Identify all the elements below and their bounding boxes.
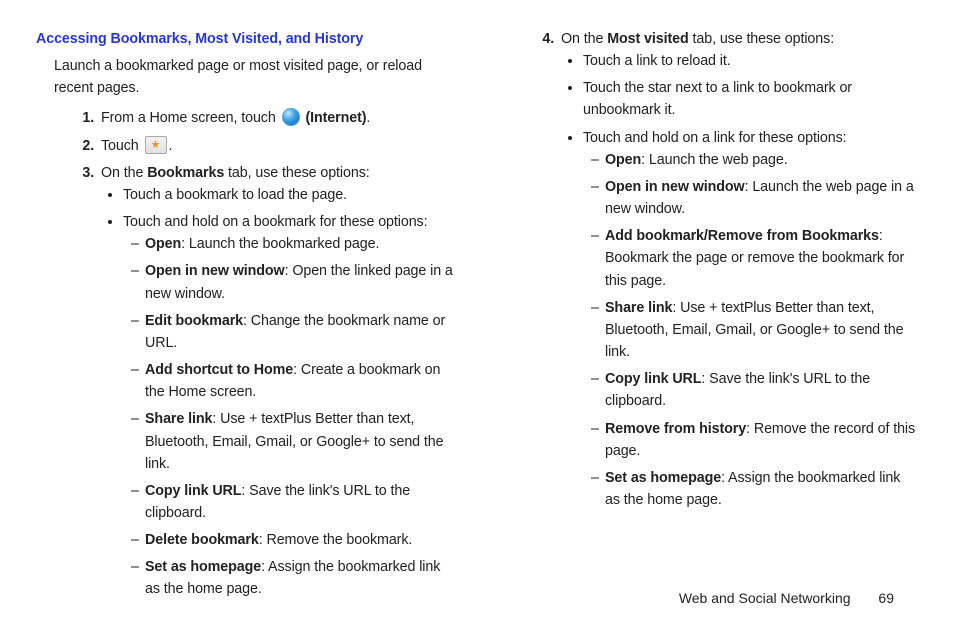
bookmarks-icon xyxy=(145,136,167,154)
page-content: Accessing Bookmarks, Most Visited, and H… xyxy=(0,0,954,626)
dash-bold: Delete bookmark xyxy=(145,532,259,548)
list-item: Open: Launch the bookmarked page. xyxy=(131,233,458,255)
list-item: Delete bookmark: Remove the bookmark. xyxy=(131,529,458,551)
dash-bold: Copy link URL xyxy=(605,371,701,387)
step-3-pre: On the xyxy=(101,165,147,181)
step-2-text: Touch xyxy=(101,138,143,154)
section-heading: Accessing Bookmarks, Most Visited, and H… xyxy=(36,28,458,50)
step-4-dashes: Open: Launch the web page. Open in new w… xyxy=(591,149,918,511)
list-item: Set as homepage: Assign the bookmarked l… xyxy=(131,556,458,600)
step-4: On the Most visited tab, use these optio… xyxy=(558,28,918,511)
list-item: Set as homepage: Assign the bookmarked l… xyxy=(591,467,918,511)
list-item: Touch and hold on a bookmark for these o… xyxy=(123,211,458,601)
dash-bold: Set as homepage xyxy=(145,559,261,575)
footer-section: Web and Social Networking xyxy=(679,590,851,606)
step-3-post: tab, use these options: xyxy=(224,165,369,181)
step-1-text: From a Home screen, touch xyxy=(101,110,280,126)
dash-rest: : Remove the bookmark. xyxy=(259,532,413,548)
list-item: Open: Launch the web page. xyxy=(591,149,918,171)
intro-text: Launch a bookmarked page or most visited… xyxy=(54,55,458,99)
list-item: Add bookmark/Remove from Bookmarks: Book… xyxy=(591,225,918,291)
list-item: Open in new window: Launch the web page … xyxy=(591,176,918,220)
list-item: Touch the star next to a link to bookmar… xyxy=(583,77,918,121)
page-footer: Web and Social Networking 69 xyxy=(679,588,894,610)
dash-bold: Share link xyxy=(145,411,212,427)
dash-bold: Edit bookmark xyxy=(145,313,243,329)
step-3-bullets: Touch a bookmark to load the page. Touch… xyxy=(119,184,458,601)
steps-list-right: On the Most visited tab, use these optio… xyxy=(554,28,918,511)
list-item: Remove from history: Remove the record o… xyxy=(591,418,918,462)
list-item: Share link: Use + textPlus Better than t… xyxy=(591,297,918,363)
dash-bold: Add shortcut to Home xyxy=(145,362,293,378)
list-item: Share link: Use + textPlus Better than t… xyxy=(131,408,458,474)
dash-rest: : Launch the bookmarked page. xyxy=(181,236,379,252)
step-1: From a Home screen, touch (Internet). xyxy=(98,107,458,129)
list-item: Edit bookmark: Change the bookmark name … xyxy=(131,310,458,354)
dash-bold: Set as homepage xyxy=(605,470,721,486)
step-1-post: . xyxy=(366,110,370,126)
list-item: Touch a bookmark to load the page. xyxy=(123,184,458,206)
list-item: Open in new window: Open the linked page… xyxy=(131,260,458,304)
list-item: Touch and hold on a link for these optio… xyxy=(583,127,918,512)
step-2-post: . xyxy=(169,138,173,154)
dash-bold: Open in new window xyxy=(145,263,285,279)
dash-bold: Open in new window xyxy=(605,179,745,195)
steps-list: From a Home screen, touch (Internet). To… xyxy=(94,107,458,600)
internet-icon xyxy=(282,108,300,126)
step-4-bullets: Touch a link to reload it. Touch the sta… xyxy=(579,50,918,511)
page-number: 69 xyxy=(878,590,894,606)
dash-bold: Open xyxy=(605,152,641,168)
dash-bold: Open xyxy=(145,236,181,252)
step-2: Touch . xyxy=(98,135,458,157)
dash-bold: Share link xyxy=(605,300,672,316)
step-4-bold: Most visited xyxy=(607,31,688,47)
step-4-post: tab, use these options: xyxy=(689,31,834,47)
list-item: Copy link URL: Save the link's URL to th… xyxy=(131,480,458,524)
left-column: Accessing Bookmarks, Most Visited, and H… xyxy=(36,28,458,606)
right-column: On the Most visited tab, use these optio… xyxy=(496,28,918,606)
list-item-text: Touch and hold on a bookmark for these o… xyxy=(123,214,427,230)
list-item: Touch a link to reload it. xyxy=(583,50,918,72)
step-3-dashes: Open: Launch the bookmarked page. Open i… xyxy=(131,233,458,600)
list-item: Add shortcut to Home: Create a bookmark … xyxy=(131,359,458,403)
dash-bold: Copy link URL xyxy=(145,483,241,499)
dash-bold: Remove from history xyxy=(605,421,746,437)
dash-bold: Add bookmark/Remove from Bookmarks xyxy=(605,228,879,244)
dash-rest: : Launch the web page. xyxy=(641,152,787,168)
step-4-pre: On the xyxy=(561,31,607,47)
list-item: Copy link URL: Save the link's URL to th… xyxy=(591,368,918,412)
list-item-text: Touch and hold on a link for these optio… xyxy=(583,130,847,146)
step-3-bold: Bookmarks xyxy=(147,165,224,181)
step-3: On the Bookmarks tab, use these options:… xyxy=(98,162,458,601)
step-1-label: (Internet) xyxy=(305,110,366,126)
